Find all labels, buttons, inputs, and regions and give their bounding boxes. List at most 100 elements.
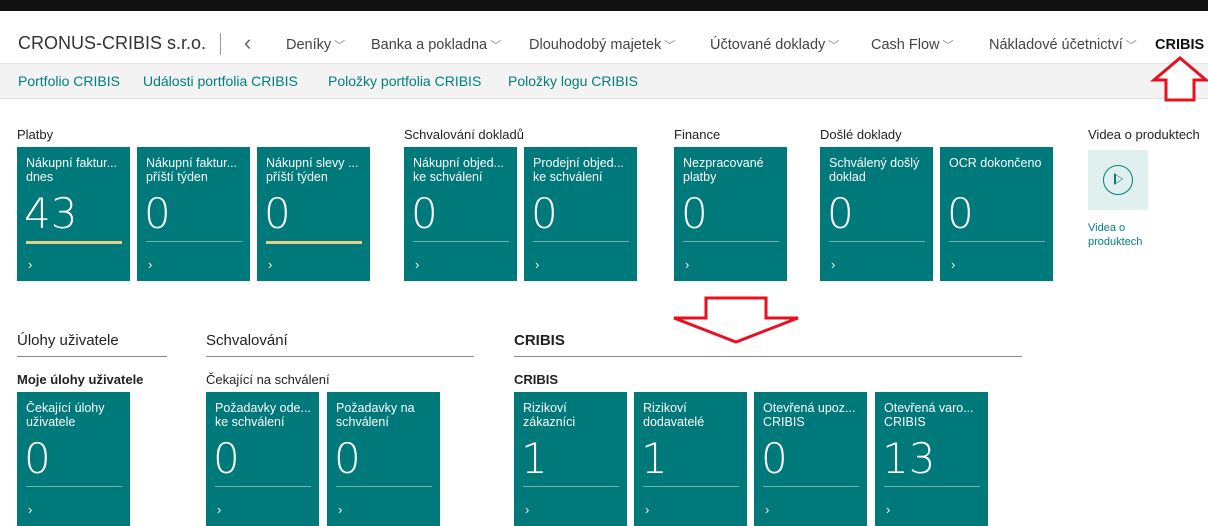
tile-nezpracovane-platby[interactable]: Nezpracované platby 0 › — [674, 147, 787, 281]
menu-cribis[interactable]: CRIBIS — [1155, 37, 1204, 53]
tile-nakupni-faktury-dnes[interactable]: Nákupní faktur... dnes 43 › — [17, 147, 130, 281]
company-name[interactable]: CRONUS-CRIBIS s.r.o. — [18, 33, 206, 54]
tile-nakupni-objednavky-ke-schvaleni[interactable]: Nákupní objed... ke schválení 0 › — [404, 147, 517, 281]
tile-divider — [146, 241, 242, 242]
tile-divider — [829, 241, 925, 242]
tile-value: 43 — [24, 189, 78, 238]
tile-pozadavky-ode-ke-schvaleni[interactable]: Požadavky ode... ke schválení 0 › — [206, 392, 319, 526]
menu-uctovane-doklady[interactable]: Účtované doklady ﹀ — [710, 37, 839, 53]
link-portfolio-cribis[interactable]: Portfolio CRIBIS — [18, 73, 120, 89]
tile-divider — [533, 241, 629, 242]
tile-pozadavky-na-schvaleni[interactable]: Požadavky na schválení 0 › — [327, 392, 440, 526]
chevron-right-icon: › — [951, 257, 956, 272]
chevron-right-icon: › — [28, 257, 33, 272]
subsection-cribis: CRIBIS — [514, 372, 559, 387]
divider — [220, 33, 221, 55]
chevron-right-icon: › — [685, 257, 690, 272]
tile-value: 0 — [411, 189, 438, 238]
section-rule — [514, 356, 1022, 357]
link-polozky-logu[interactable]: Položky logu CRIBIS — [508, 73, 638, 89]
tile-value: 0 — [681, 189, 708, 238]
group-title-schvalovani-dokladu: Schvalování dokladů — [404, 127, 524, 142]
top-black-bar — [0, 0, 1208, 11]
tile-schvaleny-dosly-doklad[interactable]: Schválený došlý doklad 0 › — [820, 147, 933, 281]
menu-banka-a-pokladna[interactable]: Banka a pokladna ﹀ — [371, 37, 501, 53]
chevron-down-icon: ﹀ — [1125, 40, 1137, 52]
tile-divider — [413, 241, 509, 242]
menu-nakladove-ucetnictvi[interactable]: Nákladové účetnictví ﹀ — [989, 37, 1137, 53]
chevron-down-icon: ﹀ — [490, 40, 502, 52]
tile-value: 0 — [144, 189, 171, 238]
tile-nakupni-faktury-pristi-tyden[interactable]: Nákupní faktur... příští týden 0 › — [137, 147, 250, 281]
tile-value: 1 — [641, 434, 668, 483]
menu-dlouhodoby-majetek[interactable]: Dlouhodobý majetek ﹀ — [529, 37, 675, 53]
chevron-down-icon: ﹀ — [828, 40, 840, 52]
tile-value: 1 — [521, 434, 548, 483]
tile-value: 0 — [531, 189, 558, 238]
tile-value: 0 — [24, 434, 51, 483]
link-videa-o-produktech[interactable]: Videa o produktech — [1088, 221, 1148, 249]
chevron-right-icon: › — [415, 257, 420, 272]
chevron-right-icon: › — [645, 502, 650, 517]
tile-value: 0 — [334, 434, 361, 483]
progress-bar — [266, 241, 362, 244]
tile-value: 0 — [947, 189, 974, 238]
chevron-right-icon: › — [525, 502, 530, 517]
tile-divider — [215, 486, 311, 487]
tile-value: 13 — [882, 434, 936, 483]
tile-ocr-dokonceno[interactable]: OCR dokončeno 0 › — [940, 147, 1053, 281]
tile-divider — [884, 486, 980, 487]
chevron-down-icon: ﹀ — [664, 40, 676, 52]
chevron-right-icon: › — [28, 502, 33, 517]
progress-bar — [26, 241, 122, 244]
chevron-right-icon: › — [338, 502, 343, 517]
video-tile[interactable] — [1088, 150, 1148, 210]
back-chevron-left-icon[interactable]: ‹ — [244, 30, 251, 56]
link-polozky-portfolia[interactable]: Položky portfolia CRIBIS — [328, 73, 481, 89]
chevron-right-icon: › — [268, 257, 273, 272]
chevron-right-icon: › — [148, 257, 153, 272]
chevron-down-icon: ﹀ — [334, 40, 346, 52]
chevron-right-icon: › — [886, 502, 891, 517]
group-title-dosle-doklady: Došlé doklady — [820, 127, 902, 142]
tile-rizikovi-dodavatele[interactable]: Rizikoví dodavatelé 1 › — [634, 392, 747, 526]
tile-cekajici-ulohy-uzivatele[interactable]: Čekající úlohy uživatele 0 › — [17, 392, 130, 526]
section-title-schvalovani: Schvalování — [206, 332, 288, 349]
chevron-right-icon: › — [535, 257, 540, 272]
play-triangle — [1114, 173, 1123, 185]
tile-value: 0 — [761, 434, 788, 483]
group-title-platby: Platby — [17, 127, 54, 142]
chevron-down-icon: ﹀ — [942, 40, 954, 52]
tile-divider — [643, 486, 739, 487]
section-rule — [206, 356, 474, 357]
navigation-bar: CRONUS-CRIBIS s.r.o. ‹ Deníky ﹀ Banka a p… — [0, 11, 1208, 64]
section-rule — [17, 356, 167, 357]
tile-divider — [523, 486, 619, 487]
menu-deniky[interactable]: Deníky ﹀ — [286, 37, 345, 53]
section-title-cribis: CRIBIS — [514, 332, 565, 349]
tile-rizikovi-zakaznici[interactable]: Rizikoví zákazníci 1 › — [514, 392, 627, 526]
tile-nakupni-slevy-pristi-tyden[interactable]: Nákupní slevy ... příští týden 0 › — [257, 147, 370, 281]
chevron-right-icon: › — [831, 257, 836, 272]
tile-divider — [949, 241, 1045, 242]
tile-divider — [763, 486, 859, 487]
tile-value: 0 — [827, 189, 854, 238]
tile-divider — [336, 486, 432, 487]
sub-navigation: Portfolio CRIBIS Události portfolia CRIB… — [0, 64, 1208, 99]
menu-cash-flow[interactable]: Cash Flow ﹀ — [871, 37, 954, 53]
annotation-up-arrow-icon — [1149, 56, 1208, 102]
chevron-right-icon: › — [217, 502, 222, 517]
annotation-down-arrow-icon — [673, 296, 799, 344]
tile-divider — [683, 241, 779, 242]
tile-divider — [26, 486, 122, 487]
tile-value: 0 — [213, 434, 240, 483]
subsection-moje-ulohy: Moje úlohy uživatele — [17, 372, 144, 387]
chevron-right-icon: › — [765, 502, 770, 517]
group-title-finance: Finance — [674, 127, 721, 142]
tile-otevrena-varovani-cribis[interactable]: Otevřená varo... CRIBIS 13 › — [875, 392, 988, 526]
tile-otevrena-upozorneni-cribis[interactable]: Otevřená upoz... CRIBIS 0 › — [754, 392, 867, 526]
link-udalosti-portfolia[interactable]: Události portfolia CRIBIS — [143, 73, 298, 89]
section-title-ulohy: Úlohy uživatele — [17, 332, 119, 349]
tile-prodejni-objednavky-ke-schvaleni[interactable]: Prodejní objed... ke schválení 0 › — [524, 147, 637, 281]
group-title-videa: Videa o produktech — [1088, 127, 1200, 142]
